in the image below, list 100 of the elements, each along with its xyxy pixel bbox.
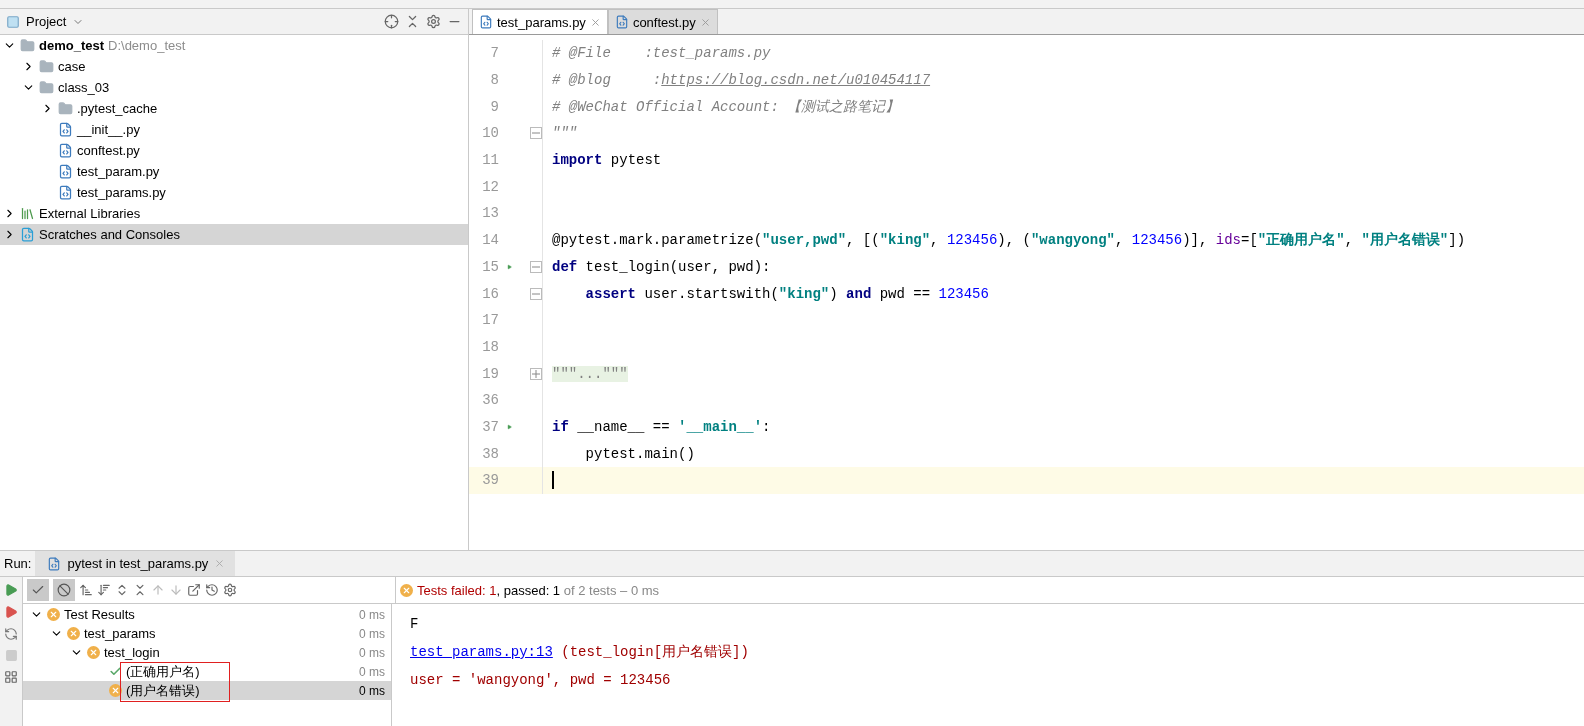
library-icon [20, 206, 35, 221]
python-file-icon [479, 15, 493, 29]
export-icon[interactable] [187, 583, 201, 597]
tree-label: .pytest_cache [77, 101, 158, 116]
test-label: test_params [84, 626, 156, 641]
python-file-icon [58, 185, 73, 200]
line-number: 16 [481, 285, 500, 302]
python-file-icon [58, 143, 73, 158]
tree-label: demo_test [39, 38, 105, 53]
code-line: def test_login(user, pwd): [552, 258, 771, 275]
toggle-icon[interactable] [4, 627, 18, 641]
code-line: # @File :test_params.py [552, 45, 771, 62]
line-number: 8 [489, 72, 500, 89]
tree-item[interactable]: case [0, 56, 468, 77]
tree-item[interactable]: test_param.py [0, 161, 468, 182]
python-file-icon [47, 556, 62, 571]
show-ignored-button[interactable] [53, 579, 75, 601]
test-time: 0 ms [359, 683, 385, 698]
text-caret [552, 471, 554, 490]
settings-icon[interactable] [426, 14, 441, 29]
line-number: 19 [481, 365, 500, 382]
show-passed-button[interactable] [27, 579, 49, 601]
line-number: 17 [481, 312, 500, 329]
line-number: 38 [481, 445, 500, 462]
test-row[interactable]: (用户名错误) 0 ms [23, 681, 391, 700]
test-row[interactable]: Test Results 0 ms [23, 605, 391, 624]
line-number: 14 [481, 232, 500, 249]
tree-item[interactable]: demo_test D:\demo_test [0, 35, 468, 56]
expand-fold-icon[interactable] [530, 367, 542, 380]
test-row[interactable]: (正确用户名) 0 ms [23, 662, 391, 681]
tree-label: conftest.py [77, 143, 140, 158]
code-line: # @blog :https://blog.csdn.net/u010454117 [552, 72, 931, 89]
run-tab[interactable]: pytest in test_params.py [35, 551, 236, 576]
ban-icon [57, 583, 71, 597]
tree-item[interactable]: __init__.py [0, 119, 468, 140]
tree-label: case [58, 59, 86, 74]
locate-icon[interactable] [384, 14, 399, 29]
test-label: (用户名错误) [126, 681, 200, 700]
test-row[interactable]: test_login 0 ms [23, 643, 391, 662]
tree-item[interactable]: Scratches and Consoles [0, 224, 468, 245]
code-line: assert user.startswith("king") and pwd == 123456 [585, 285, 989, 302]
scratch-icon [20, 227, 35, 242]
layout-icon[interactable] [4, 670, 18, 684]
editor-tab[interactable]: test_params.py [472, 9, 608, 34]
check-icon [31, 583, 45, 597]
test-status: Tests failed: 1, passed: 1 of 2 tests – 0 ms [417, 582, 660, 598]
tree-item[interactable]: .pytest_cache [0, 98, 468, 119]
tree-item[interactable]: test_params.py [0, 182, 468, 203]
code-line: """ [552, 125, 578, 142]
line-number: 13 [481, 205, 500, 222]
rerun-failed-icon[interactable] [4, 605, 18, 619]
python-file-icon [614, 15, 629, 29]
code-line: # @WeChat Official Account: 【测试之路笔记】 [552, 97, 900, 116]
line-number: 15 [481, 258, 500, 275]
path-label: D:\demo_test [108, 38, 186, 53]
line-number: 37 [481, 418, 500, 435]
failed-icon [400, 583, 413, 597]
console-text: (test_login[用户名错误]) [560, 643, 749, 661]
editor-tab[interactable]: conftest.py [607, 9, 718, 34]
tree-item[interactable]: External Libraries [0, 203, 468, 224]
tree-item[interactable]: class_03 [0, 77, 468, 98]
run-label: Run: [3, 555, 33, 573]
folder-icon [39, 59, 54, 74]
tree-label: External Libraries [39, 206, 141, 221]
folder-icon [58, 101, 73, 116]
sort-icon[interactable] [79, 583, 93, 597]
source-link[interactable]: test_params.py:13 [410, 644, 553, 660]
line-number: 7 [489, 45, 500, 62]
code-line: pytest.main() [585, 445, 695, 462]
test-time: 0 ms [359, 626, 385, 641]
test-row[interactable]: test_params 0 ms [23, 624, 391, 643]
tree-label: test_params.py [77, 185, 166, 200]
test-label: (正确用户名) [126, 662, 200, 681]
panel-title[interactable]: Project [26, 14, 67, 29]
tree-label: class_03 [58, 80, 110, 95]
line-number: 36 [481, 392, 500, 409]
sort-icon[interactable] [97, 583, 111, 597]
panel-icon [6, 14, 20, 29]
tree-item[interactable]: conftest.py [0, 140, 468, 161]
line-number: 11 [481, 152, 500, 169]
code-line: @pytest.mark.parametrize("user,pwd", [("king", 123456), ("wangyong", 123456)], ids=["正确用户名", "用户名错误"]) [552, 231, 1466, 250]
line-number: 18 [481, 338, 500, 355]
test-label: Test Results [64, 607, 135, 622]
close-icon[interactable] [589, 16, 601, 28]
test-time: 0 ms [359, 664, 385, 679]
folder-icon [39, 80, 54, 95]
line-number: 10 [481, 125, 500, 142]
test-label: test_login [104, 645, 160, 660]
line-number: 12 [481, 178, 500, 195]
history-icon[interactable] [205, 583, 219, 597]
settings-icon[interactable] [223, 583, 237, 597]
line-number: 9 [489, 98, 500, 115]
tree-label: Scratches and Consoles [39, 227, 180, 242]
folder-icon [20, 38, 35, 53]
collapse-all-icon[interactable] [133, 583, 147, 597]
line-number: 39 [481, 472, 500, 489]
run-icon[interactable] [4, 583, 18, 597]
code-line: if __name__ == '__main__': [552, 418, 771, 435]
console-text: user = 'wangyong', pwd = 123456 [410, 672, 671, 688]
tree-label: test_param.py [77, 164, 160, 179]
